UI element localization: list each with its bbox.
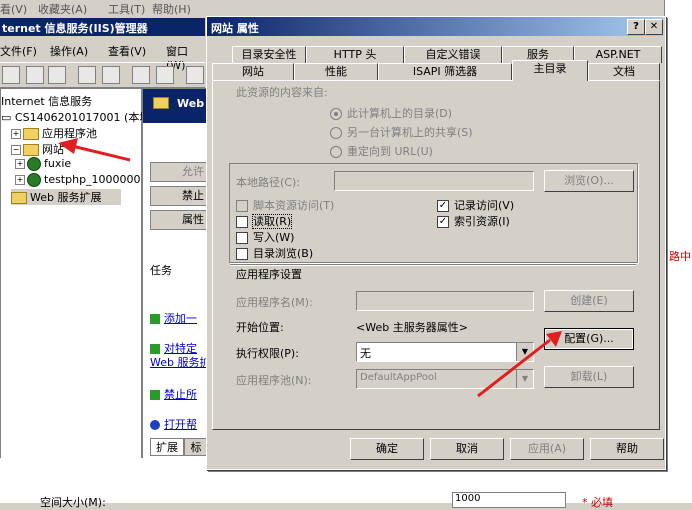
tab-home-directory[interactable]: 主目录 bbox=[512, 60, 588, 81]
red-arrow-icon bbox=[58, 138, 131, 162]
annotation-arrows bbox=[58, 138, 562, 398]
red-arrow-icon bbox=[477, 331, 562, 398]
